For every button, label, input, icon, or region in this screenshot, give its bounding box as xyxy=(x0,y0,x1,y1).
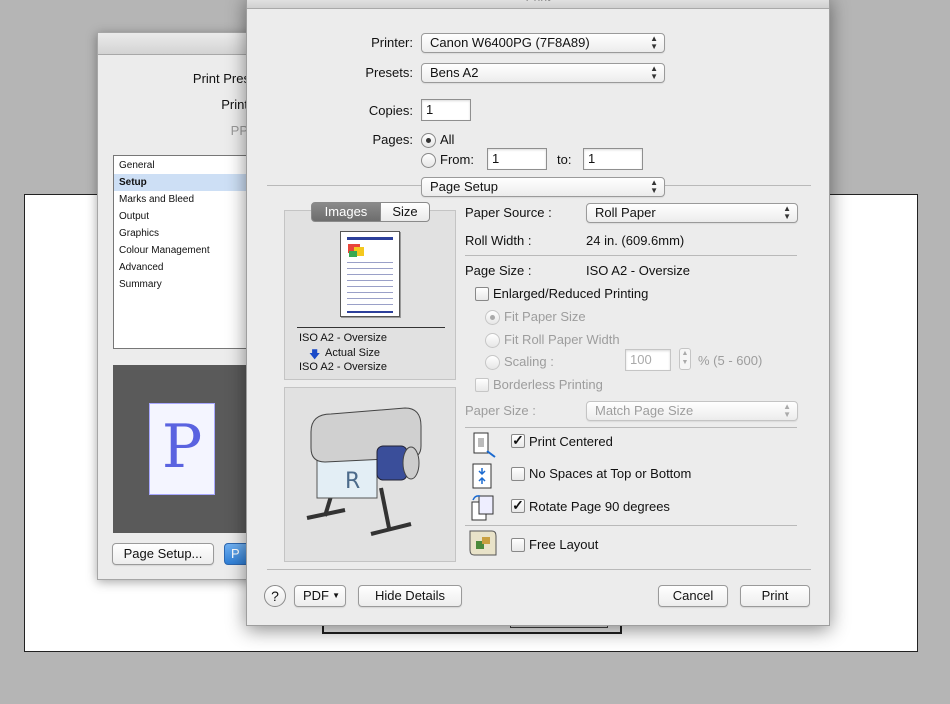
svg-text:R: R xyxy=(345,469,360,494)
print-centered-icon xyxy=(469,431,497,459)
print-label: Print xyxy=(221,97,248,112)
section-popup-value: Page Setup xyxy=(430,179,498,194)
no-spaces-checkbox[interactable] xyxy=(511,467,525,481)
page-preview: P xyxy=(113,365,263,533)
scaling-radio[interactable] xyxy=(485,355,500,370)
scaling-range: % (5 - 600) xyxy=(698,353,763,368)
no-spaces-icon xyxy=(469,463,497,491)
print-button[interactable]: Print xyxy=(740,585,810,607)
page-thumbnail xyxy=(340,231,400,317)
category-colour-management[interactable]: Colour Management xyxy=(114,242,262,259)
print-preset-label: Print Pres xyxy=(192,71,250,86)
paper-size-label: Paper Size : xyxy=(465,403,536,418)
section-popup[interactable]: Page Setup ▲ ▼ xyxy=(421,177,665,197)
borderless-label: Borderless Printing xyxy=(493,377,603,392)
paper-size-value: Match Page Size xyxy=(595,403,694,418)
rotate-page-checkbox[interactable]: ✓ xyxy=(511,498,525,513)
pages-all-label: All xyxy=(440,132,455,147)
updown-arrows-icon: ▲ ▼ xyxy=(650,178,658,195)
page-size-label: Page Size : xyxy=(465,263,532,278)
print-dialog: Print Printer: Canon W6400PG (7F8A89) ▲▼… xyxy=(246,0,830,626)
free-layout-checkbox[interactable] xyxy=(511,538,525,552)
dropdown-arrow-icon: ▼ xyxy=(332,591,340,600)
roll-width-label: Roll Width : xyxy=(465,233,532,248)
rotate-page-label: Rotate Page 90 degrees xyxy=(529,499,670,514)
paper-size-popup[interactable]: Match Page Size ▲ ▼ xyxy=(586,401,798,421)
printer-value: Canon W6400PG (7F8A89) xyxy=(430,35,590,50)
pages-from-radio[interactable] xyxy=(421,153,436,168)
pages-all-radio[interactable] xyxy=(421,133,436,148)
updown-arrows-icon: ▲ ▼ xyxy=(783,204,791,221)
pdf-label: PDF xyxy=(303,588,329,603)
pages-to-label: to: xyxy=(557,152,572,167)
page-setup-button[interactable]: Page Setup... xyxy=(112,543,214,565)
printer-illustration: R xyxy=(306,407,422,536)
cancel-button[interactable]: Cancel xyxy=(658,585,728,607)
pdf-menu-button[interactable]: PDF ▼ xyxy=(294,585,346,607)
preview-output-size: ISO A2 - Oversize xyxy=(299,361,388,373)
fit-paper-size-label: Fit Paper Size xyxy=(504,309,586,324)
printer-label: Printer: xyxy=(371,35,413,50)
help-button[interactable]: ? xyxy=(264,585,286,607)
no-spaces-label: No Spaces at Top or Bottom xyxy=(529,466,692,481)
fit-roll-paper-width-radio[interactable] xyxy=(485,333,500,348)
presets-value: Bens A2 xyxy=(430,65,479,80)
print-centered-label: Print Centered xyxy=(529,434,613,449)
preview-letter: P xyxy=(161,412,203,482)
paper-source-label: Paper Source : xyxy=(465,205,552,220)
copies-label: Copies: xyxy=(368,103,413,118)
rotate-page-icon xyxy=(469,494,497,522)
scaling-label: Scaling : xyxy=(504,354,554,369)
enlarged-reduced-label: Enlarged/Reduced Printing xyxy=(493,286,649,301)
category-advanced[interactable]: Advanced xyxy=(114,259,262,276)
category-marks-and-bleed[interactable]: Marks and Bleed xyxy=(114,191,262,208)
print-centered-checkbox[interactable]: ✓ xyxy=(511,433,525,448)
free-layout-icon xyxy=(466,527,498,559)
paper-source-popup[interactable]: Roll Paper ▲ ▼ xyxy=(586,203,798,223)
category-general[interactable]: General xyxy=(114,157,262,174)
print-preset-titlebar xyxy=(98,33,256,55)
paper-source-value: Roll Paper xyxy=(595,205,656,220)
printer-popup[interactable]: Canon W6400PG (7F8A89) ▲ ▼ xyxy=(421,33,665,53)
category-graphics[interactable]: Graphics xyxy=(114,225,262,242)
print-dialog-title: Print xyxy=(247,0,829,9)
copies-field[interactable]: 1 xyxy=(421,99,471,121)
scaling-stepper[interactable]: ▲ ▼ xyxy=(679,348,691,370)
pages-label: Pages: xyxy=(372,132,413,147)
page-size-value: ISO A2 - Oversize xyxy=(586,263,691,278)
pages-to-field[interactable]: 1 xyxy=(583,148,643,170)
tab-size[interactable]: Size xyxy=(380,202,430,222)
enlarged-reduced-checkbox[interactable] xyxy=(475,287,489,301)
presets-popup[interactable]: Bens A2 ▲ ▼ xyxy=(421,63,665,83)
category-summary[interactable]: Summary xyxy=(114,276,262,293)
fit-paper-size-radio[interactable] xyxy=(485,310,500,325)
scaling-field[interactable]: 100 xyxy=(625,349,671,371)
fit-roll-paper-width-label: Fit Roll Paper Width xyxy=(504,332,620,347)
roll-width-value: 24 in. (609.6mm) xyxy=(586,233,685,248)
preview-source-size: ISO A2 - Oversize xyxy=(299,332,388,344)
category-output[interactable]: Output xyxy=(114,208,262,225)
updown-arrows-icon: ▲ ▼ xyxy=(650,34,658,51)
hide-details-button[interactable]: Hide Details xyxy=(358,585,462,607)
tab-images[interactable]: Images xyxy=(311,202,381,222)
category-list[interactable]: General Setup Marks and Bleed Output Gra… xyxy=(113,155,263,349)
borderless-checkbox[interactable] xyxy=(475,378,489,392)
free-layout-label: Free Layout xyxy=(529,537,599,552)
preview-page: P xyxy=(149,403,215,495)
pages-from-label: From: xyxy=(440,152,474,167)
updown-arrows-icon: ▲ ▼ xyxy=(783,402,791,419)
printer-illustration-panel: R xyxy=(284,387,456,562)
pages-from-field[interactable]: 1 xyxy=(487,148,547,170)
print-preset-dialog: Print Pres Print PP General Setup Marks … xyxy=(97,32,264,580)
category-setup[interactable]: Setup xyxy=(114,174,262,191)
presets-label: Presets: xyxy=(365,65,413,80)
updown-arrows-icon: ▲ ▼ xyxy=(650,64,658,81)
preview-scaling: Actual Size xyxy=(325,347,381,359)
